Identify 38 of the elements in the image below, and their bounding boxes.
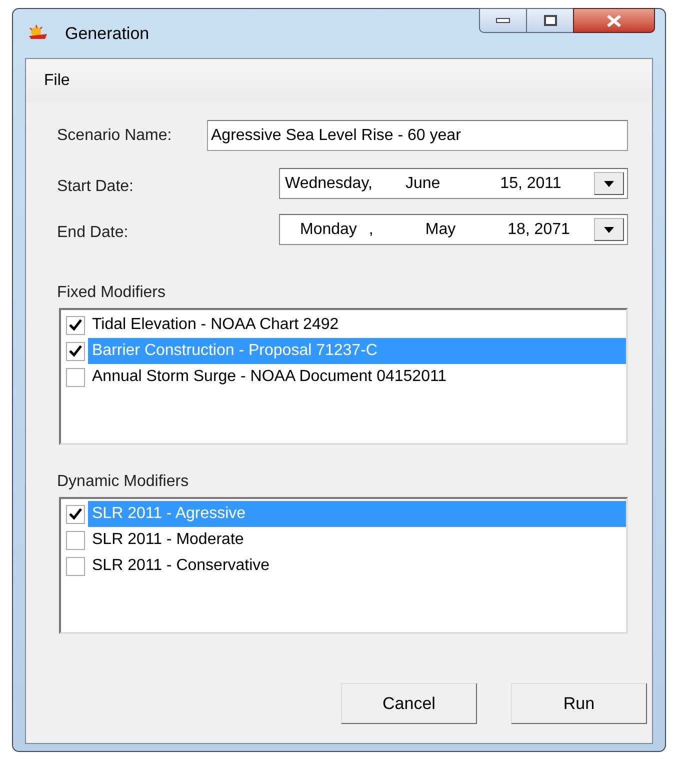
date-segment[interactable]: , [356,218,374,242]
date-segment[interactable]: June [372,172,440,196]
dropdown-button[interactable] [594,218,624,241]
list-item[interactable]: Tidal Elevation - NOAA Chart 2492 [88,312,626,338]
close-button[interactable] [573,8,655,33]
checkbox[interactable] [66,530,85,550]
date-segment[interactable]: Wednesday, [280,172,372,196]
dialog-button[interactable]: Run [511,683,647,724]
scenario-name-field[interactable]: Agressive Sea Level Rise - 60 year [207,120,628,151]
close-icon [606,14,622,26]
date-picker[interactable]: Monday , May 18, 2071 [279,214,628,245]
list-item[interactable]: SLR 2011 - Conservative [88,553,626,579]
maximize-button[interactable] [527,8,573,33]
field-label: End Date: [57,223,130,243]
list-item[interactable]: Annual Storm Surge - NOAA Document 04152011 [88,364,626,390]
checkbox[interactable] [66,556,85,576]
list-item[interactable]: SLR 2011 - Moderate [88,527,626,553]
menu-item[interactable]: File [42,68,72,92]
field-label: Scenario Name: [57,126,173,146]
dropdown-button[interactable] [594,172,624,195]
group-label: Fixed Modifiers [57,283,166,303]
date-segment[interactable]: May [373,218,456,242]
app-icon [27,24,49,40]
date-segment[interactable]: 18, 2071 [456,218,570,242]
date-picker[interactable]: Wednesday, June 15, 2011 [279,168,628,199]
checkbox[interactable] [66,342,85,360]
minimize-button[interactable] [479,8,527,33]
date-segment[interactable]: 15, 2011 [440,172,562,196]
window-title: Generation [65,23,150,45]
field-label: Start Date: [57,177,134,197]
group-label: Dynamic Modifiers [57,472,189,492]
date-segment[interactable]: Monday [280,218,357,242]
dialog-button[interactable]: Cancel [341,683,477,724]
caret-icon [604,226,614,232]
checkbox[interactable] [66,368,85,386]
checkbox[interactable] [66,504,85,524]
caret-icon [604,180,614,186]
checkbox[interactable] [66,316,85,334]
